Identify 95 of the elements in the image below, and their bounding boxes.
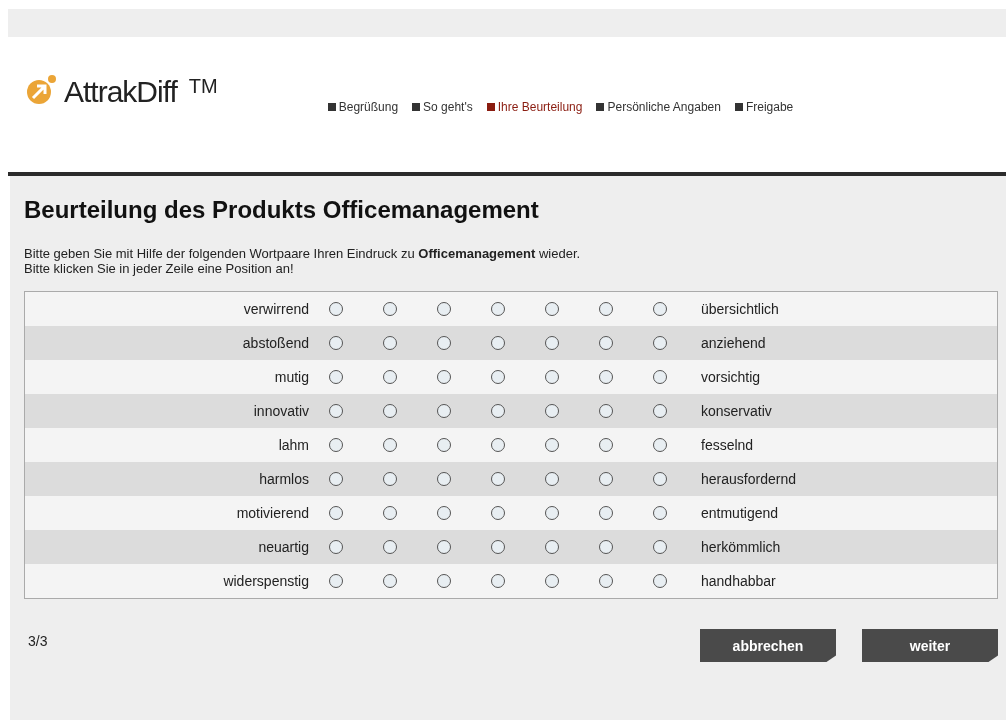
logo-arrow-icon [26, 75, 56, 105]
radio-button[interactable] [545, 302, 559, 316]
radio-button[interactable] [329, 472, 343, 486]
radio-button[interactable] [545, 574, 559, 588]
radio-button[interactable] [437, 574, 451, 588]
radio-button[interactable] [383, 404, 397, 418]
radio-button[interactable] [437, 472, 451, 486]
radio-button[interactable] [545, 438, 559, 452]
instruction-text: Bitte klicken Sie in jeder Zeile eine Position an! [24, 261, 295, 276]
radio-button[interactable] [437, 404, 451, 418]
radio-button[interactable] [491, 370, 505, 384]
radio-button[interactable] [491, 574, 505, 588]
nav-link[interactable]: Freigabe [734, 100, 794, 114]
nav-link[interactable]: Persönliche Angaben [596, 100, 721, 114]
radio-button[interactable] [491, 506, 505, 520]
left-word: innovativ [253, 403, 309, 419]
radio-button[interactable] [383, 370, 397, 384]
radio-button[interactable] [653, 438, 667, 452]
left-word: lahm [278, 437, 309, 453]
radio-button[interactable] [545, 506, 559, 520]
radio-button[interactable] [383, 438, 397, 452]
right-word: konservativ [701, 403, 773, 419]
radio-button[interactable] [491, 336, 505, 350]
radio-button[interactable] [545, 370, 559, 384]
radio-button[interactable] [545, 472, 559, 486]
radio-button[interactable] [653, 506, 667, 520]
logo-text: AttrakDiff [64, 75, 177, 109]
left-word: harmlos [259, 471, 309, 487]
radio-button[interactable] [383, 540, 397, 554]
instruction-text: Bitte geben Sie mit Hilfe der folgenden Wortpaare Ihren Eindruck zu Officemanagement wieder. [24, 246, 582, 261]
radio-button[interactable] [437, 370, 451, 384]
radio-button[interactable] [437, 506, 451, 520]
nav-link[interactable]: Begrüßung [327, 100, 399, 114]
radio-button[interactable] [329, 404, 343, 418]
radio-button[interactable] [545, 540, 559, 554]
nav-link[interactable]: Ihre Beurteilung [486, 100, 583, 114]
radio-button[interactable] [329, 540, 343, 554]
radio-button[interactable] [599, 404, 613, 418]
left-word: widerspenstig [223, 573, 309, 589]
radio-button[interactable] [437, 438, 451, 452]
radio-button[interactable] [545, 336, 559, 350]
radio-button[interactable] [329, 302, 343, 316]
radio-button[interactable] [599, 438, 613, 452]
radio-button[interactable] [599, 506, 613, 520]
radio-button[interactable] [653, 540, 667, 554]
radio-button[interactable] [329, 336, 343, 350]
radio-button[interactable] [383, 574, 397, 588]
radio-button[interactable] [329, 506, 343, 520]
right-word: herausfordernd [701, 471, 797, 487]
radio-button[interactable] [599, 336, 613, 350]
radio-button[interactable] [383, 302, 397, 316]
right-word: handhabbar [701, 573, 777, 589]
radio-button[interactable] [491, 438, 505, 452]
radio-button[interactable] [653, 574, 667, 588]
radio-button[interactable] [545, 404, 559, 418]
radio-button[interactable] [599, 540, 613, 554]
left-word: mutig [274, 369, 309, 385]
left-word: verwirrend [243, 301, 309, 317]
radio-button[interactable] [383, 472, 397, 486]
right-word: herkömmlich [701, 539, 782, 555]
radio-button[interactable] [599, 370, 613, 384]
right-word: entmutigend [701, 505, 780, 521]
radio-button[interactable] [329, 574, 343, 588]
trademark-mark: TM [188, 75, 218, 98]
radio-button[interactable] [437, 540, 451, 554]
radio-button[interactable] [383, 336, 397, 350]
page-counter: 3/3 [28, 633, 48, 649]
nav-link[interactable]: So geht's [412, 100, 473, 114]
radio-button[interactable] [383, 506, 397, 520]
page-title: Beurteilung des Produkts Officemanagement [24, 196, 540, 224]
radio-button[interactable] [491, 472, 505, 486]
radio-button[interactable] [491, 302, 505, 316]
radio-button[interactable] [491, 540, 505, 554]
radio-button[interactable] [653, 336, 667, 350]
left-word: neuartig [258, 539, 309, 555]
right-word: übersichtlich [701, 301, 780, 317]
radio-button[interactable] [599, 302, 613, 316]
radio-button[interactable] [653, 472, 667, 486]
radio-button[interactable] [599, 574, 613, 588]
radio-button[interactable] [599, 472, 613, 486]
radio-button[interactable] [329, 370, 343, 384]
radio-button[interactable] [653, 302, 667, 316]
radio-button[interactable] [491, 404, 505, 418]
radio-button[interactable] [437, 302, 451, 316]
next-button[interactable]: weiter [862, 629, 998, 662]
right-word: anziehend [701, 335, 767, 351]
left-word: abstoßend [242, 335, 309, 351]
radio-button[interactable] [437, 336, 451, 350]
left-word: motivierend [236, 505, 309, 521]
right-word: fesselnd [701, 437, 755, 453]
cancel-button[interactable]: abbrechen [700, 629, 836, 662]
radio-button[interactable] [653, 370, 667, 384]
radio-button[interactable] [329, 438, 343, 452]
radio-button[interactable] [653, 404, 667, 418]
right-word: vorsichtig [701, 369, 762, 385]
